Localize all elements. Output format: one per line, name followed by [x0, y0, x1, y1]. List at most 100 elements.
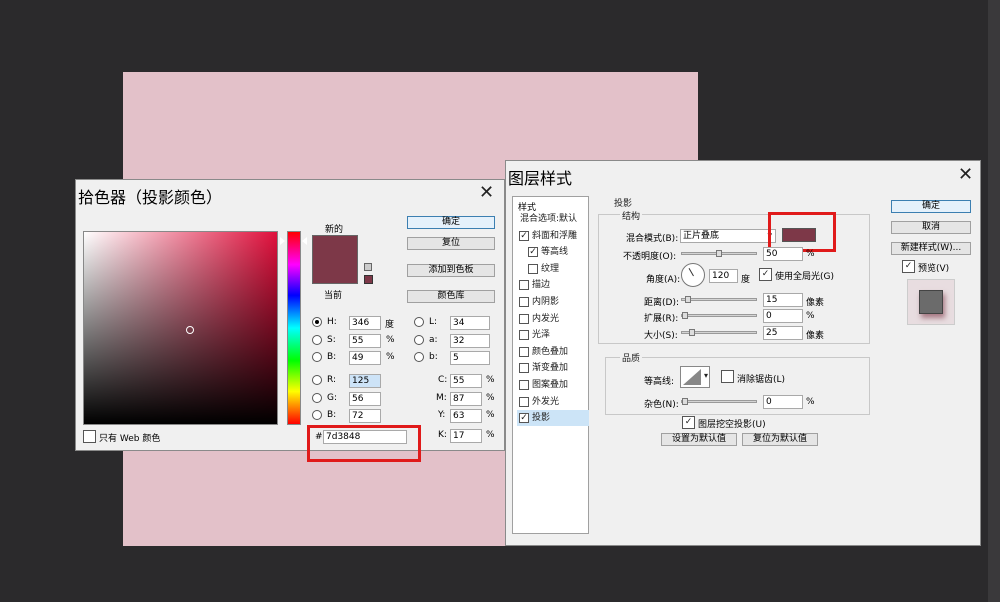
contour-curve-icon — [683, 369, 701, 385]
sidebar-item[interactable]: 内发光 — [517, 311, 589, 327]
lab-b-radio[interactable] — [414, 352, 424, 362]
s-unit: % — [386, 335, 395, 345]
sidebar-item-checkbox[interactable] — [519, 297, 529, 307]
h-unit: 度 — [385, 320, 395, 330]
c-field[interactable]: 55 — [450, 374, 482, 388]
m-field[interactable]: 87 — [450, 392, 482, 406]
sidebar-item[interactable]: 光泽 — [517, 327, 589, 343]
spread-slider[interactable] — [681, 312, 757, 319]
close-icon[interactable]: ✕ — [958, 164, 973, 185]
sidebar-item-checkbox[interactable]: ✓ — [519, 413, 529, 424]
noise-slider-thumb[interactable] — [682, 398, 688, 405]
sidebar-item[interactable]: 纹理 — [517, 261, 589, 277]
h-field[interactable]: 346 — [349, 316, 381, 330]
sidebar-item-checkbox[interactable] — [528, 263, 538, 274]
add-to-swatches-button[interactable]: 添加到色板 — [407, 264, 495, 277]
sidebar-item[interactable]: 内阴影 — [517, 294, 589, 310]
color-reset-button[interactable]: 复位 — [407, 237, 495, 250]
layer-cancel-button[interactable]: 取消 — [891, 221, 971, 234]
preview-checkbox[interactable]: ✓ — [902, 260, 915, 273]
sidebar-item[interactable]: 渐变叠加 — [517, 360, 589, 376]
size-slider-thumb[interactable] — [688, 329, 695, 336]
web-safe-swatch[interactable] — [364, 275, 373, 284]
sidebar-item-checkbox[interactable]: ✓ — [519, 230, 529, 241]
hue-marker-left-icon[interactable] — [280, 237, 285, 245]
opacity-slider[interactable] — [681, 250, 757, 257]
color-cursor-icon[interactable] — [186, 326, 194, 334]
noise-slider[interactable] — [681, 398, 757, 405]
sidebar-item-checkbox[interactable] — [519, 346, 529, 357]
sidebar-item[interactable]: 描边 — [517, 277, 589, 293]
hue-marker-right-icon[interactable] — [302, 237, 307, 245]
web-only-checkbox[interactable] — [83, 430, 96, 443]
cube-icon[interactable] — [364, 263, 372, 271]
saturation-brightness-field[interactable] — [83, 231, 278, 425]
a-radio[interactable] — [414, 335, 424, 345]
sidebar-item[interactable]: ✓ 等高线 — [517, 244, 589, 260]
angle-dial[interactable] — [681, 263, 705, 287]
sidebar-item[interactable]: 外发光 — [517, 394, 589, 410]
angle-field[interactable]: 120 — [709, 269, 738, 283]
color-libraries-button[interactable]: 颜色库 — [407, 290, 495, 303]
m-label: M: — [436, 393, 447, 403]
antialias-checkbox[interactable] — [721, 370, 734, 383]
b-field[interactable]: 49 — [349, 351, 381, 365]
new-style-button[interactable]: 新建样式(W)... — [891, 242, 971, 255]
l-field[interactable]: 34 — [450, 316, 490, 330]
reset-default-button[interactable]: 复位为默认值 — [742, 433, 818, 446]
spread-slider-thumb[interactable] — [682, 312, 688, 319]
b-radio[interactable] — [312, 352, 322, 362]
y-field[interactable]: 63 — [450, 409, 482, 423]
size-field[interactable]: 25 — [763, 326, 803, 340]
b-label: B: — [327, 352, 337, 362]
g-radio[interactable] — [312, 393, 322, 403]
layer-ok-button[interactable]: 确定 — [891, 200, 971, 213]
distance-field[interactable]: 15 — [763, 293, 803, 307]
make-default-button[interactable]: 设置为默认值 — [661, 433, 737, 446]
a-field[interactable]: 32 — [450, 334, 490, 348]
g-field[interactable]: 56 — [349, 392, 381, 406]
color-ok-button[interactable]: 确定 — [407, 216, 495, 229]
size-slider[interactable] — [681, 329, 757, 336]
blue-field[interactable]: 72 — [349, 409, 381, 423]
opacity-field[interactable]: 50 — [763, 247, 803, 261]
sidebar-item-checkbox[interactable] — [519, 363, 529, 374]
distance-slider[interactable] — [681, 296, 757, 303]
close-icon[interactable]: ✕ — [479, 182, 494, 203]
sidebar-item[interactable]: ✓ 斜面和浮雕 — [517, 228, 589, 244]
lab-b-field[interactable]: 5 — [450, 351, 490, 365]
knockout-checkbox[interactable]: ✓ — [682, 416, 695, 429]
preview-square — [919, 290, 943, 314]
sidebar-item-checkbox[interactable] — [519, 330, 529, 341]
s-radio[interactable] — [312, 335, 322, 345]
structure-title: 结构 — [620, 209, 643, 222]
k-field[interactable]: 17 — [450, 429, 482, 443]
r-field[interactable]: 125 — [349, 374, 381, 388]
sidebar-item-checkbox[interactable] — [519, 396, 529, 407]
panel-scrollbar[interactable] — [988, 0, 1000, 602]
sidebar-item[interactable]: 图案叠加 — [517, 377, 589, 393]
blue-radio[interactable] — [312, 410, 322, 420]
r-radio[interactable] — [312, 375, 322, 385]
spread-field[interactable]: 0 — [763, 309, 803, 323]
sidebar-item[interactable]: 混合选项:默认 — [517, 211, 589, 227]
contour-picker[interactable]: ▾ — [680, 366, 710, 388]
sidebar-item-checkbox[interactable] — [519, 280, 529, 291]
sidebar-item-checkbox[interactable] — [519, 313, 529, 324]
noise-label: 杂色(N): — [644, 400, 679, 410]
sidebar-item-checkbox[interactable]: ✓ — [528, 247, 538, 258]
h-radio[interactable] — [312, 317, 322, 327]
global-light-checkbox[interactable]: ✓ — [759, 268, 772, 281]
distance-slider-thumb[interactable] — [685, 296, 692, 303]
sidebar-item-label: 内阴影 — [532, 297, 560, 307]
s-field[interactable]: 55 — [349, 334, 381, 348]
noise-field[interactable]: 0 — [763, 395, 803, 409]
sidebar-item[interactable]: ✓ 投影 — [517, 410, 589, 427]
hue-slider[interactable] — [287, 231, 301, 425]
blend-mode-select[interactable]: 正片叠底 ▾ — [680, 229, 776, 243]
opacity-slider-thumb[interactable] — [716, 250, 722, 257]
sidebar-item-checkbox[interactable] — [519, 380, 529, 390]
c-unit: % — [486, 375, 495, 385]
sidebar-item[interactable]: 颜色叠加 — [517, 344, 589, 360]
l-radio[interactable] — [414, 317, 424, 327]
